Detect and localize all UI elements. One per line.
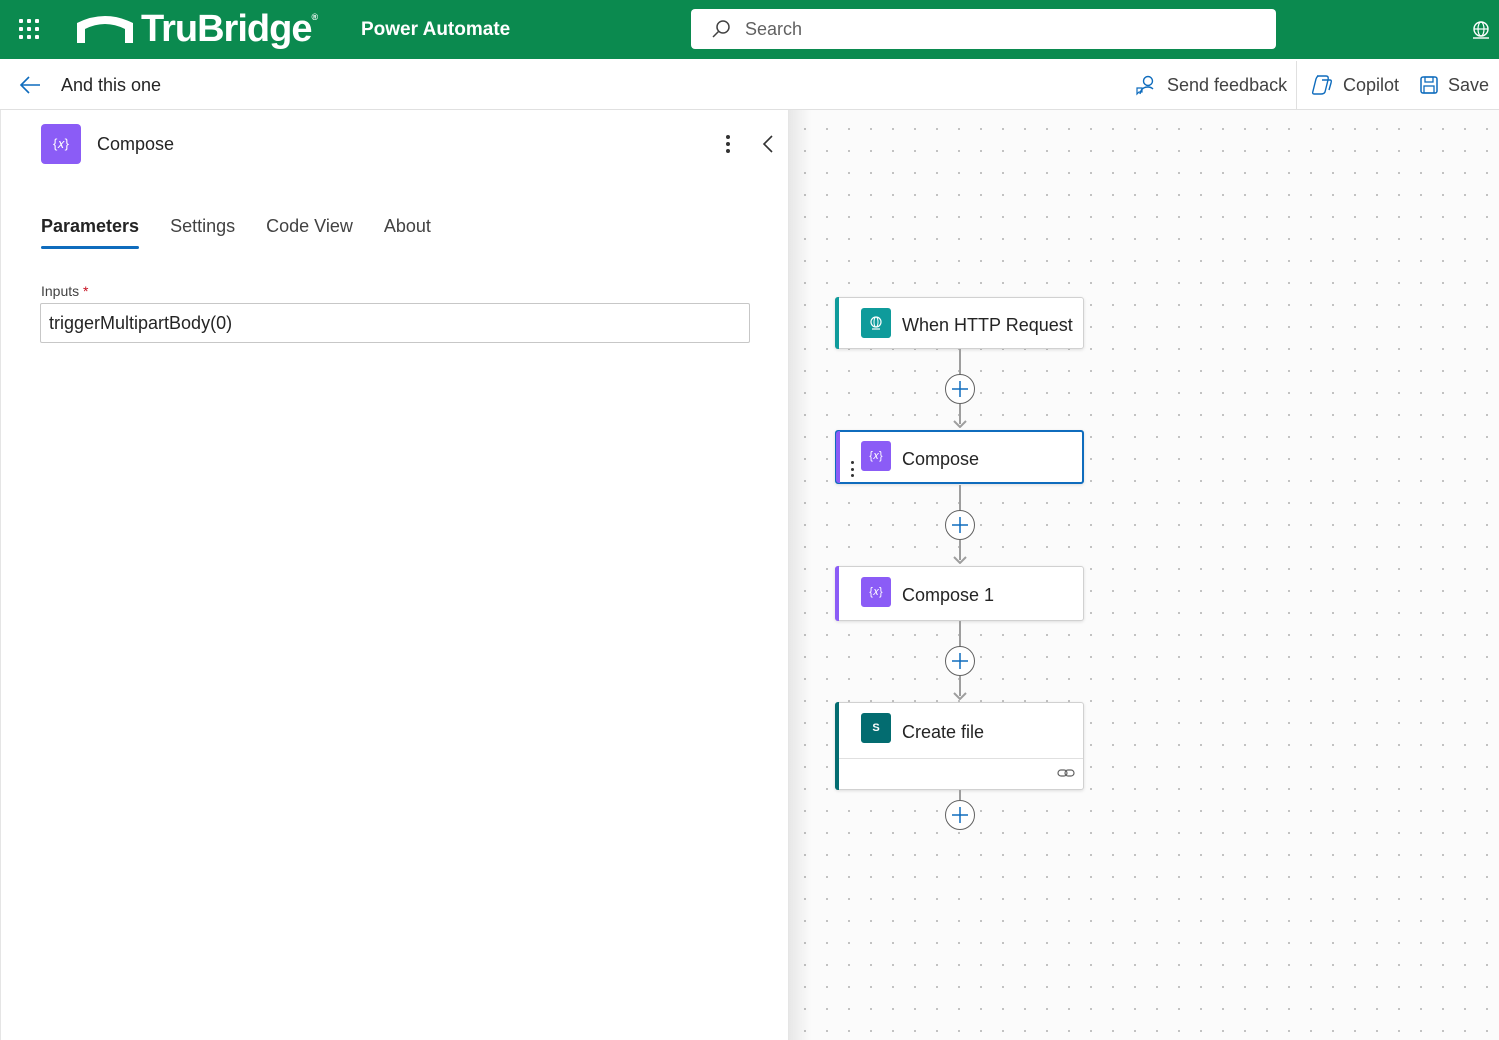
save-button[interactable]: Save [1419,72,1489,98]
drag-handle-icon[interactable] [851,461,855,477]
tab-code-view[interactable]: Code View [266,216,353,249]
connector-line [959,349,961,375]
connector-line [959,621,961,647]
search-icon [712,20,730,38]
arrow-down-icon [953,420,967,428]
variable-icon: {𝑥} [41,124,81,164]
search-box[interactable] [691,9,1276,49]
node-accent-bar [835,297,839,349]
plus-icon [952,653,968,669]
flow-node-compose[interactable]: {𝑥} Compose [835,430,1084,484]
panel-title: Compose [97,134,175,154]
command-bar: And this one Send feedback Copilot Save [0,59,1499,110]
connection-link-icon[interactable] [1057,767,1075,779]
panel-tabs: Parameters Settings Code View About [41,216,462,249]
node-accent-bar [835,566,839,621]
inputs-label-text: Inputs [41,283,80,299]
node-accent-bar [836,431,840,483]
plus-icon [952,517,968,533]
action-details-panel: {𝑥} Compose Parameters Settings Code Vie… [0,110,789,1040]
feedback-icon [1136,75,1154,96]
inputs-label: Inputs * [41,283,88,299]
node-title: When HTTP Request [902,315,1073,335]
copilot-icon [1311,75,1333,95]
plus-icon [952,807,968,823]
flow-name[interactable]: And this one [61,75,161,96]
connector-line [959,485,961,511]
add-step-button[interactable] [945,646,975,676]
add-step-button[interactable] [945,510,975,540]
send-feedback-button[interactable]: Send feedback [1136,72,1287,98]
divider [1296,61,1297,109]
arrow-down-icon [953,692,967,700]
tab-about[interactable]: About [384,216,431,249]
top-bar: TruBridge® Power Automate [0,0,1499,59]
required-marker: * [83,283,89,299]
brand-logo[interactable]: TruBridge® [75,7,318,50]
variable-icon: {𝑥} [861,441,891,471]
bridge-logo-icon [77,16,133,43]
more-options-icon[interactable] [717,132,739,156]
add-step-button[interactable] [945,374,975,404]
panel-shadow [789,110,811,1040]
node-divider [839,758,1083,759]
search-input[interactable] [745,18,1245,40]
send-feedback-label: Send feedback [1167,74,1288,95]
brand-name: TruBridge® [141,7,318,50]
app-name[interactable]: Power Automate [361,19,510,41]
sharepoint-icon: S [861,713,891,743]
tab-settings[interactable]: Settings [170,216,235,249]
app-launcher-icon[interactable] [17,17,41,41]
copilot-label: Copilot [1343,74,1400,95]
save-label: Save [1448,74,1490,95]
flow-node-create-file[interactable]: S Create file [835,702,1084,790]
globe-icon [861,308,891,338]
environment-icon[interactable] [1470,19,1492,41]
add-step-button[interactable] [945,800,975,830]
node-title: Compose 1 [902,585,995,605]
connector-line [959,790,961,800]
flow-node-http-request[interactable]: When HTTP Request [835,297,1084,349]
copilot-button[interactable]: Copilot [1310,72,1399,98]
plus-icon [952,381,968,397]
inputs-field[interactable] [40,303,750,343]
node-accent-bar [835,702,839,790]
save-icon [1420,76,1438,94]
node-title: Create file [902,722,985,742]
variable-icon: {𝑥} [861,577,891,607]
arrow-down-icon [953,556,967,564]
flow-node-compose-1[interactable]: {𝑥} Compose 1 [835,566,1084,621]
tab-parameters[interactable]: Parameters [41,216,140,249]
collapse-panel-icon[interactable] [757,132,779,156]
node-title: Compose [902,449,980,469]
back-arrow-icon[interactable] [18,73,42,97]
